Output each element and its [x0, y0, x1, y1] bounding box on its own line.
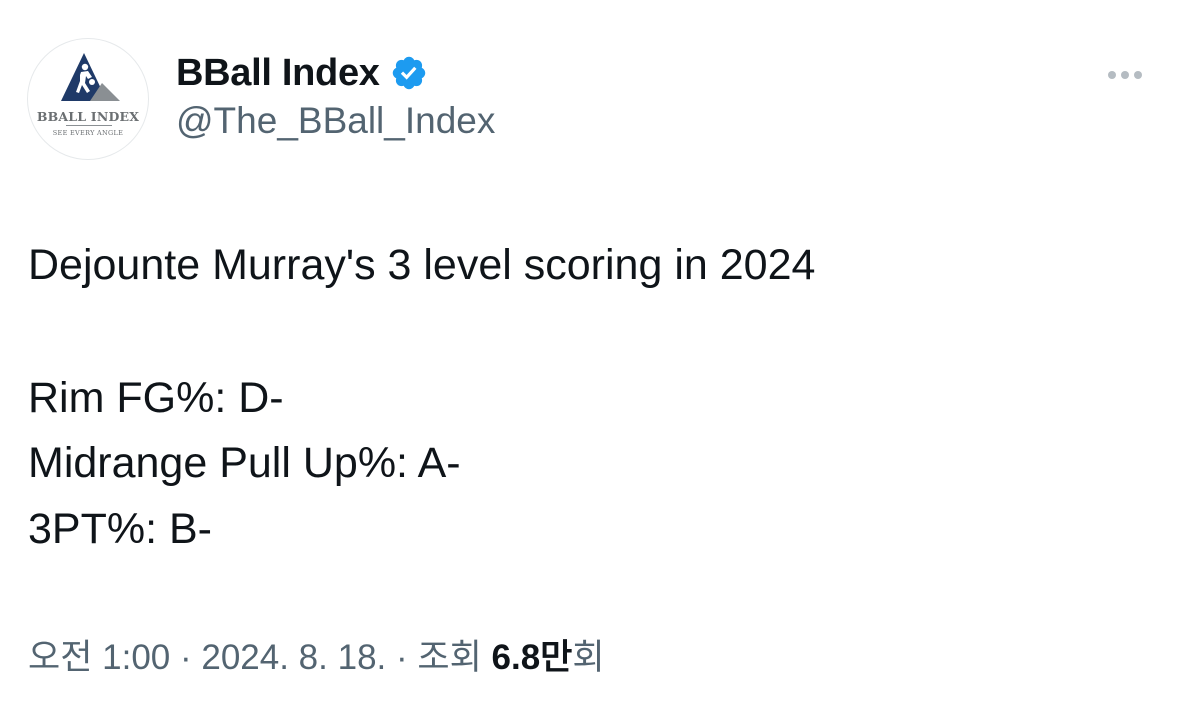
logo-tagline: SEE EVERY ANGLE: [52, 129, 124, 137]
tweet-date[interactable]: 2024. 8. 18.: [201, 638, 386, 677]
tweet-time[interactable]: 오전 1:00: [28, 638, 170, 677]
meta-separator: ·: [396, 638, 408, 677]
more-horizontal-icon: [1121, 71, 1129, 79]
tweet-text-line: 3PT%: B-: [28, 505, 212, 553]
more-horizontal-icon: [1134, 71, 1142, 79]
display-name[interactable]: BBall Index: [176, 52, 380, 95]
tweet-meta: 오전 1:00 · 2024. 8. 18. · 조회 6.8만회: [28, 640, 605, 675]
bball-index-logo-icon: [61, 53, 120, 101]
more-options-button[interactable]: [1100, 60, 1150, 90]
verified-badge-icon[interactable]: [390, 54, 428, 92]
views-count: 6.8만: [491, 638, 573, 677]
views-label: 조회: [417, 638, 482, 677]
meta-separator: ·: [179, 638, 192, 677]
tweet-text-line: Midrange Pull Up%: A-: [28, 439, 461, 487]
avatar[interactable]: BBALL INDEX SEE EVERY ANGLE: [27, 38, 149, 160]
author-handle[interactable]: @The_BBall_Index: [176, 100, 495, 142]
author-name-row: BBall Index: [176, 50, 428, 96]
more-horizontal-icon: [1108, 71, 1116, 79]
tweet-text-line: Dejounte Murray's 3 level scoring in 202…: [28, 241, 816, 289]
views-suffix: 회: [572, 638, 605, 677]
tweet-text-line: Rim FG%: D-: [28, 374, 284, 422]
logo-divider: [66, 125, 112, 126]
logo-title: BBALL INDEX: [36, 109, 140, 124]
